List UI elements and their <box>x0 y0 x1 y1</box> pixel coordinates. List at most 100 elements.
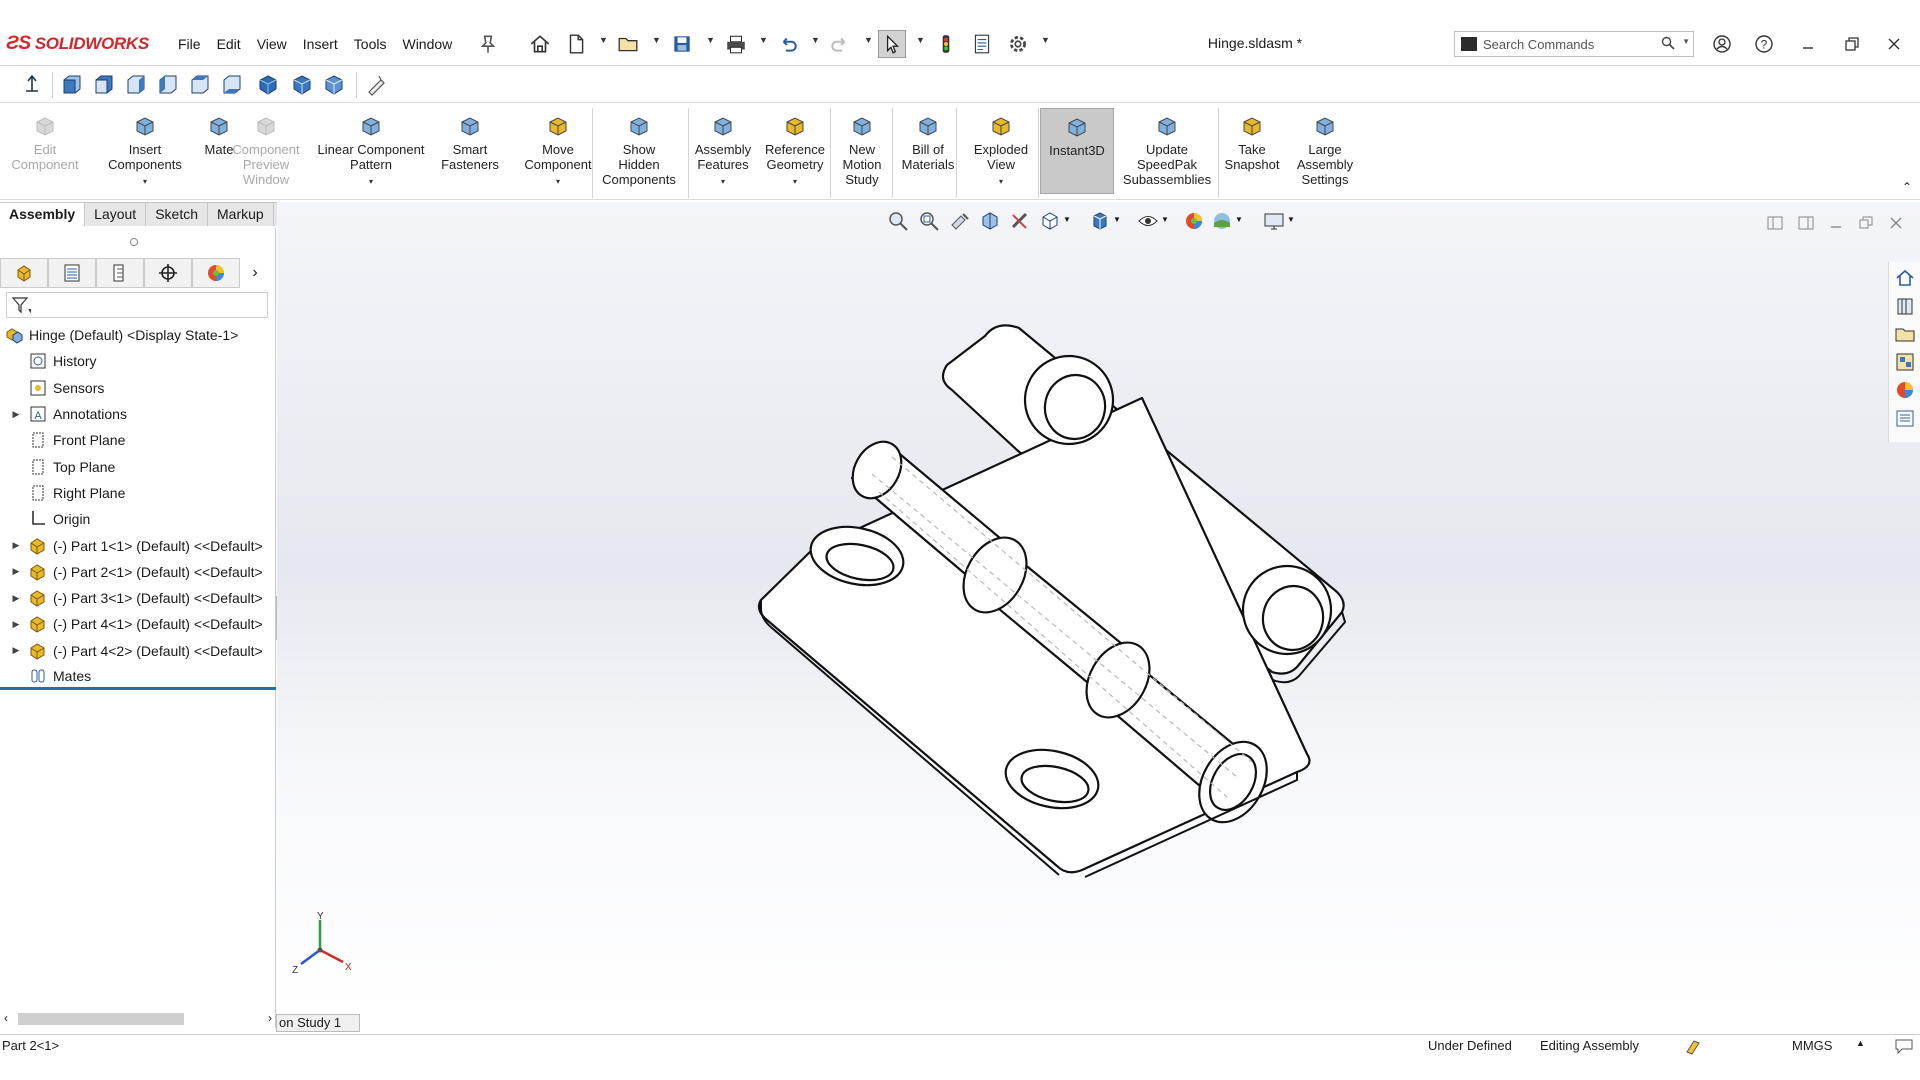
restore-window-icon[interactable] <box>1840 32 1864 56</box>
menu-edit[interactable]: Edit <box>209 34 249 54</box>
left-view-icon[interactable] <box>124 73 148 97</box>
chevron-down-icon[interactable]: ▾ <box>793 174 797 189</box>
collapse-ribbon-icon[interactable]: ⌃ <box>1902 180 1912 194</box>
chevron-down-icon[interactable]: ▼ <box>706 35 715 45</box>
ribbon-button-exploded-view[interactable]: Exploded View ▾ <box>960 108 1042 194</box>
chevron-down-icon[interactable]: ▼ <box>1063 215 1071 224</box>
tab-assembly[interactable]: Assembly <box>0 202 86 226</box>
display-style-icon[interactable] <box>1089 210 1111 232</box>
ribbon-button-assembly-features[interactable]: Assembly Features ▾ <box>690 108 756 194</box>
expand-arrow-icon[interactable]: ▶ <box>10 593 22 604</box>
ribbon-button-linear-pattern[interactable]: Linear Component Pattern ▾ <box>312 108 430 194</box>
appearances-scenes-icon[interactable] <box>1890 376 1920 404</box>
back-view-icon[interactable] <box>92 73 116 97</box>
zoom-to-area-icon[interactable] <box>918 210 940 232</box>
right-view-icon[interactable] <box>156 73 180 97</box>
ribbon-button-smart-fasteners[interactable]: Smart Fasteners <box>432 108 508 194</box>
section-view-icon[interactable] <box>979 210 1001 232</box>
normal-to-icon[interactable] <box>20 73 44 97</box>
ribbon-button-show-hidden[interactable]: Show Hidden Components <box>596 108 682 194</box>
save-icon[interactable] <box>668 30 696 58</box>
tree-item[interactable]: Mates <box>0 664 276 691</box>
isometric-view-icon[interactable] <box>256 73 280 97</box>
view-selector-icon[interactable] <box>364 73 388 97</box>
menu-window[interactable]: Window <box>394 34 460 54</box>
chevron-down-icon[interactable]: ▼ <box>652 35 661 45</box>
tree-item[interactable]: ▶ (-) Part 1<1> (Default) <<Default> <box>0 532 276 558</box>
bottom-view-icon[interactable] <box>220 73 244 97</box>
options-gear-icon[interactable] <box>1004 30 1032 58</box>
top-view-icon[interactable] <box>188 73 212 97</box>
chevron-down-icon[interactable]: ▼ <box>759 35 768 45</box>
rebuild-traffic-light-icon[interactable] <box>932 30 960 58</box>
chevron-down-icon[interactable]: ▾ <box>143 174 147 189</box>
filter-icon[interactable]: ▼ <box>11 296 31 314</box>
help-icon[interactable]: ? <box>1752 32 1776 56</box>
chevron-right-icon[interactable]: › <box>240 258 270 288</box>
apply-scene-icon[interactable] <box>1211 210 1233 232</box>
close-window-icon[interactable] <box>1882 32 1906 56</box>
hide-show-items-icon[interactable] <box>1137 210 1159 232</box>
tree-item[interactable]: Sensors <box>0 375 276 401</box>
tree-item[interactable]: ▶ (-) Part 3<1> (Default) <<Default> <box>0 585 276 611</box>
pin-icon[interactable] <box>474 30 502 58</box>
undo-icon[interactable] <box>774 30 802 58</box>
chevron-up-icon[interactable]: ▲ <box>1856 1038 1865 1048</box>
configuration-manager-tab[interactable] <box>96 258 144 288</box>
tree-item[interactable]: History <box>0 348 276 374</box>
chevron-down-icon[interactable]: ▼ <box>1287 215 1295 224</box>
dimetric-view-icon[interactable] <box>322 73 346 97</box>
search-input[interactable]: Search Commands <box>1483 37 1594 52</box>
ribbon-button-speedpak[interactable]: Update SpeedPak Subassemblies <box>1118 108 1216 194</box>
user-account-icon[interactable] <box>1710 32 1734 56</box>
expand-arrow-icon[interactable]: ▶ <box>10 540 22 551</box>
redo-icon[interactable] <box>826 30 854 58</box>
menu-file[interactable]: File <box>170 34 209 54</box>
tree-horizontal-scrollbar[interactable]: ‹ › <box>0 1010 276 1028</box>
ribbon-button-motion-study[interactable]: New Motion Study <box>834 108 890 194</box>
tree-item[interactable]: Top Plane <box>0 453 276 479</box>
chevron-down-icon[interactable]: ▾ <box>556 174 560 189</box>
graphics-area[interactable]: ▼ ▼ ▼ ▼ ▼ Y X Z <box>277 202 1920 1014</box>
tab-markup[interactable]: Markup <box>208 202 274 226</box>
tree-item[interactable]: Front Plane <box>0 427 276 453</box>
status-units[interactable]: MMGS <box>1792 1038 1832 1053</box>
chevron-down-icon[interactable]: ▼ <box>599 35 608 45</box>
ribbon-button-insert-components[interactable]: Insert Components ▾ <box>100 108 190 194</box>
ribbon-button-edit-component[interactable]: Edit Component <box>0 108 90 194</box>
expand-arrow-icon[interactable]: ▶ <box>10 566 22 577</box>
chevron-down-icon[interactable]: ▾ <box>721 174 725 189</box>
tab-layout[interactable]: Layout <box>85 202 147 226</box>
home-icon[interactable] <box>526 30 554 58</box>
view-settings-monitor-icon[interactable] <box>1263 210 1285 232</box>
display-manager-tab[interactable] <box>192 258 240 288</box>
ribbon-button-instant3d[interactable]: Instant3D <box>1040 108 1114 194</box>
expand-arrow-icon[interactable]: ▶ <box>10 619 22 630</box>
tile-left-icon[interactable] <box>1766 214 1784 232</box>
select-cursor-icon[interactable] <box>878 30 906 58</box>
tree-filter-field[interactable]: ▼ <box>6 292 268 318</box>
print-icon[interactable] <box>722 30 750 58</box>
search-icon[interactable] <box>1661 36 1675 50</box>
zoom-to-fit-icon[interactable] <box>887 210 909 232</box>
search-commands-field[interactable]: Search Commands ▼ <box>1454 31 1694 57</box>
scrollbar-thumb[interactable] <box>18 1013 184 1025</box>
chevron-down-icon[interactable]: ▾ <box>999 174 1003 189</box>
edit-appearance-icon[interactable] <box>1183 210 1205 232</box>
ribbon-button-bom[interactable]: Bill of Materials <box>898 108 958 194</box>
custom-properties-icon[interactable] <box>1890 404 1920 432</box>
file-properties-icon[interactable] <box>968 30 996 58</box>
ribbon-button-snapshot[interactable]: Take Snapshot <box>1222 108 1282 194</box>
view-palette-icon[interactable] <box>1890 348 1920 376</box>
minimize-document-icon[interactable] <box>1827 214 1845 232</box>
menu-view[interactable]: View <box>249 34 295 54</box>
view-orientation-icon[interactable] <box>1039 210 1061 232</box>
tile-right-icon[interactable] <box>1797 214 1815 232</box>
new-document-icon[interactable] <box>562 30 590 58</box>
chevron-down-icon[interactable]: ▼ <box>1161 215 1169 224</box>
menu-insert[interactable]: Insert <box>295 34 346 54</box>
dynamic-annotation-icon[interactable] <box>1009 210 1031 232</box>
close-document-icon[interactable] <box>1887 214 1905 232</box>
chevron-down-icon[interactable]: ▼ <box>1682 37 1690 46</box>
menu-tools[interactable]: Tools <box>346 34 395 54</box>
